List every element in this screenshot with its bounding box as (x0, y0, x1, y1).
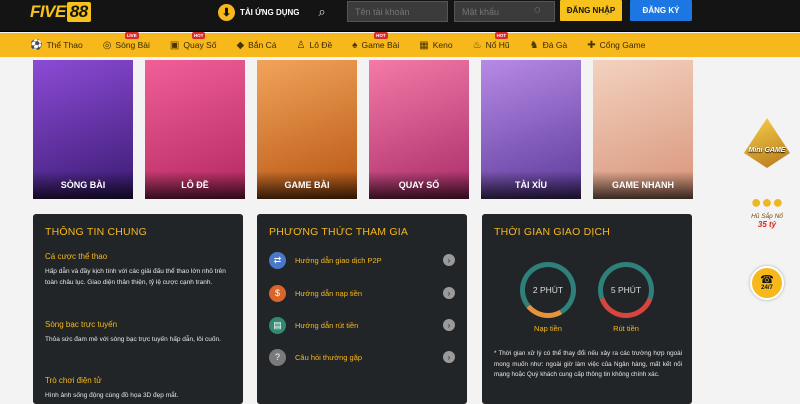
info-text: Thỏa sức đam mê với sòng bạc trực tuyến … (45, 336, 221, 343)
card-song-bai[interactable]: SÒNG BÀI (33, 60, 133, 199)
card-game-nhanh[interactable]: GAME NHANH (593, 60, 693, 199)
coins-icon: ●●● (750, 192, 784, 212)
panel-title: THỜI GIAN GIAO DỊCH (494, 226, 611, 238)
top-header: FIVE 88 ⬇ TẢI ỨNG DỤNG ⌕ ◌ ĐĂNG NHẬP ĐĂN… (0, 0, 800, 32)
card-label: TÀI XỈU (481, 171, 581, 199)
guide-p2p-link[interactable]: ⇄ Hướng dẫn giao dịch P2P › (269, 251, 455, 269)
lotto-icon: ♙ (296, 39, 306, 51)
nav-item-lo-de[interactable]: ♙ Lô Đề (297, 40, 333, 51)
info-text: Hình ảnh sống động cùng đồ họa 3D đẹp mắ… (45, 392, 179, 399)
card-quay-so[interactable]: QUAY SỐ (369, 60, 469, 199)
rooster-icon: ♞ (529, 39, 539, 51)
username-input[interactable] (347, 1, 448, 22)
card-label: SÒNG BÀI (33, 171, 133, 199)
transaction-note: * Thời gian xử lý có thể thay đổi nếu xả… (494, 350, 682, 378)
soccer-ball-icon: ⚽ (30, 39, 43, 51)
chevron-right-icon: › (443, 254, 455, 266)
support-widget[interactable]: ☎ 24/7 (738, 266, 796, 306)
deposit-icon: $ (269, 284, 286, 302)
nav-badge: LIVE (124, 31, 139, 39)
download-app-button[interactable]: ⬇ TẢI ỨNG DỤNG (218, 2, 300, 22)
nav-item-ban-ca[interactable]: ◆ Bắn Cá (236, 40, 276, 51)
logo[interactable]: FIVE 88 (30, 0, 91, 24)
nav-badge: HOT (191, 31, 206, 39)
info-heading: Trò chơi điện tử (45, 376, 102, 385)
mini-game-widget[interactable]: Mini GAME (738, 118, 796, 174)
participation-panel: PHƯƠNG THỨC THAM GIA ⇄ Hướng dẫn giao dị… (257, 214, 467, 404)
jar-icon: ♨ (472, 39, 482, 51)
mini-game-icon: Mini GAME (744, 118, 790, 168)
cards-icon: ♠ (352, 39, 358, 51)
guide-deposit-link[interactable]: $ Hướng dẫn nạp tiền › (269, 284, 455, 302)
general-info-panel: THÔNG TIN CHUNG Cá cược thể thao Hấp dẫn… (33, 214, 243, 404)
nav-item-game-bai[interactable]: ♠ Game Bài HOT (352, 31, 399, 51)
download-icon: ⬇ (218, 3, 235, 21)
panel-title: PHƯƠNG THỨC THAM GIA (269, 226, 409, 238)
nav-item-the-thao[interactable]: ⚽ Thể Thao (30, 40, 83, 51)
nav-item-keno[interactable]: ▦ Keno (419, 40, 452, 51)
fish-icon: ◆ (236, 39, 245, 51)
nav-badge: HOT (494, 31, 509, 39)
guide-faq-link[interactable]: ? Câu hỏi thường gặp › (269, 348, 455, 366)
chevron-right-icon: › (443, 351, 455, 363)
withdraw-icon: ▤ (269, 316, 286, 334)
card-label: GAME BÀI (257, 171, 357, 199)
main-nav: ⚽ Thể Thao ◎ Sòng Bài LIVE ▣ Quay Số HOT ◆ Bắn… (0, 31, 800, 57)
chevron-right-icon: › (443, 319, 455, 331)
chevron-right-icon: › (443, 287, 455, 299)
login-button[interactable]: ĐĂNG NHẬP (560, 0, 622, 21)
eye-off-icon[interactable]: ◌ (534, 4, 541, 16)
card-label: LÔ ĐỀ (145, 171, 245, 199)
info-heading: Sòng bạc trực tuyến (45, 320, 118, 329)
deposit-time-ring: 2 PHÚT (520, 262, 576, 318)
deposit-label: Nạp tiền (534, 324, 562, 333)
gamepad-icon: ✚ (587, 39, 596, 51)
card-label: QUAY SỐ (369, 171, 469, 199)
withdraw-label: Rút tiền (613, 324, 639, 333)
guide-withdraw-link[interactable]: ▤ Hướng dẫn rút tiền › (269, 316, 455, 334)
nav-badge: HOT (374, 31, 388, 39)
jackpot-widget[interactable]: ●●● Hũ Sắp Nổ 35 tỷ (738, 192, 796, 244)
lottery-icon: ▣ (169, 39, 180, 51)
card-game-bai[interactable]: GAME BÀI (257, 60, 357, 199)
nav-item-song-bai[interactable]: ◎ Sòng Bài LIVE (102, 31, 150, 51)
headset-icon: ☎ 24/7 (750, 266, 784, 300)
panel-title: THÔNG TIN CHUNG (45, 226, 147, 238)
info-heading: Cá cược thể thao (45, 252, 108, 261)
casino-chip-icon: ◎ (102, 39, 112, 51)
card-label: GAME NHANH (593, 171, 693, 199)
register-button[interactable]: ĐĂNG KÝ (630, 0, 692, 21)
faq-icon: ? (269, 348, 286, 366)
card-tai-xiu[interactable]: TÀI XỈU (481, 60, 581, 199)
keno-icon: ▦ (419, 39, 429, 51)
search-icon[interactable]: ⌕ (308, 1, 336, 23)
p2p-icon: ⇄ (269, 251, 286, 269)
card-lo-de[interactable]: LÔ ĐỀ (145, 60, 245, 199)
info-text: Hấp dẫn và đầy kịch tính với các giải đấ… (45, 268, 226, 286)
transaction-time-panel: THỜI GIAN GIAO DỊCH 2 PHÚT Nạp tiền 5 PH… (482, 214, 692, 404)
nav-item-no-hu[interactable]: ♨ Nổ Hũ HOT (472, 31, 510, 51)
nav-item-da-ga[interactable]: ♞ Đá Gà (530, 40, 568, 51)
game-category-cards: SÒNG BÀI LÔ ĐỀ GAME BÀI QUAY SỐ TÀI XỈU … (33, 60, 693, 199)
nav-item-cong-game[interactable]: ✚ Cổng Game (587, 40, 645, 51)
withdraw-time-ring: 5 PHÚT (598, 262, 654, 318)
nav-item-quay-so[interactable]: ▣ Quay Số HOT (169, 31, 216, 51)
